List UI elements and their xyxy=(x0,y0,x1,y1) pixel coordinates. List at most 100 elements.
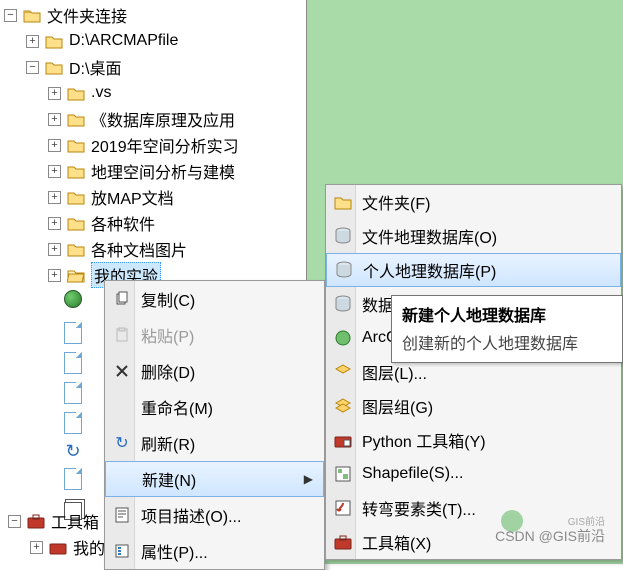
menu-label: 项目描述(O)... xyxy=(141,503,241,527)
folder-icon xyxy=(67,138,85,153)
tree-label: D:\桌面 xyxy=(69,55,121,79)
folder-icon xyxy=(67,112,85,127)
menu-item-new[interactable]: 新建(N) ▶ xyxy=(105,461,324,497)
expand-icon[interactable]: + xyxy=(48,191,61,204)
menu-item-new-python-toolbox[interactable]: Python 工具箱(Y) xyxy=(326,423,621,457)
tree-item-folder-connections[interactable]: − 文件夹连接 xyxy=(0,2,306,28)
collapse-icon[interactable]: − xyxy=(4,9,17,22)
file-icon xyxy=(64,412,82,434)
file-icon xyxy=(64,322,82,344)
menu-label: 新建(N) xyxy=(142,467,196,491)
collapse-icon[interactable]: − xyxy=(8,515,21,528)
menu-label: 图层组(G) xyxy=(362,394,433,418)
menu-item-rename[interactable]: 重命名(M) xyxy=(105,389,324,425)
expand-icon[interactable]: + xyxy=(48,165,61,178)
file-geodatabase-icon xyxy=(334,227,352,245)
tree-item-my-toolbox[interactable]: + 我的 xyxy=(4,534,105,560)
tree-item-toolboxes[interactable]: − 工具箱 xyxy=(4,508,105,534)
expand-icon[interactable]: + xyxy=(48,139,61,152)
folder-icon xyxy=(67,242,85,257)
folder-open-icon xyxy=(67,268,85,283)
watermark-main: CSDN @GIS前沿 xyxy=(495,526,605,546)
delete-icon xyxy=(113,362,131,380)
tooltip-title: 新建个人地理数据库 xyxy=(402,302,612,326)
menu-label: 图层(L)... xyxy=(362,360,427,384)
tree-label: 放MAP文档 xyxy=(91,185,174,209)
menu-label: 工具箱(X) xyxy=(362,530,431,554)
tree-bottom: − 工具箱 + 我的 xyxy=(4,508,105,560)
tree-label: 地理空间分析与建模 xyxy=(91,159,235,183)
expand-icon[interactable]: + xyxy=(48,87,61,100)
folder-icon xyxy=(334,193,352,211)
menu-label: 属性(P)... xyxy=(141,539,208,563)
expand-icon[interactable]: + xyxy=(48,243,61,256)
tree-item-geo-model[interactable]: + 地理空间分析与建模 xyxy=(0,158,306,184)
tree-label: 我的 xyxy=(73,535,105,559)
database-icon xyxy=(334,295,352,313)
python-toolbox-icon xyxy=(334,431,352,449)
refresh-icon: ↻ xyxy=(113,434,131,452)
expand-icon[interactable]: + xyxy=(48,217,61,230)
catalog-tree[interactable]: − 文件夹连接 + D:\ARCMAPfile − D:\桌面 + .vs + … xyxy=(0,0,306,290)
copy-icon xyxy=(113,290,131,308)
tree-item-docs-pics[interactable]: + 各种文档图片 xyxy=(0,236,306,262)
toolbox-icon xyxy=(49,540,67,555)
menu-label: 转弯要素类(T)... xyxy=(362,496,476,520)
expand-icon[interactable]: + xyxy=(48,269,61,282)
tree-label: 工具箱 xyxy=(51,509,99,533)
file-icon xyxy=(64,382,82,404)
tree-item-software[interactable]: + 各种软件 xyxy=(0,210,306,236)
tree-item-db-theory[interactable]: + 《数据库原理及应用 xyxy=(0,106,306,132)
refresh-icon: ↻ xyxy=(64,442,82,460)
toolbox-icon xyxy=(27,514,45,529)
submenu-arrow-icon: ▶ xyxy=(304,472,313,486)
tree-label: 《数据库原理及应用 xyxy=(91,107,235,131)
description-icon xyxy=(113,506,131,524)
tree-label: 2019年空间分析实习 xyxy=(91,133,239,157)
folder-icon xyxy=(45,34,63,49)
menu-item-new-layer-group[interactable]: 图层组(G) xyxy=(326,389,621,423)
menu-item-new-shapefile[interactable]: Shapefile(S)... xyxy=(326,457,621,491)
context-menu-folder[interactable]: 复制(C) 粘贴(P) 删除(D) 重命名(M) ↻ 刷新(R) 新建(N) ▶… xyxy=(104,280,325,570)
menu-item-refresh[interactable]: ↻ 刷新(R) xyxy=(105,425,324,461)
menu-item-new-personal-gdb[interactable]: 个人地理数据库(P) xyxy=(326,253,621,287)
turn-feature-icon xyxy=(334,499,352,517)
folder-icon xyxy=(23,8,41,23)
layer-icon xyxy=(334,363,352,381)
tree-label: 各种文档图片 xyxy=(91,237,187,261)
tree-label: 各种软件 xyxy=(91,211,155,235)
menu-item-copy[interactable]: 复制(C) xyxy=(105,281,324,317)
shapefile-icon xyxy=(334,465,352,483)
context-menu-new[interactable]: 文件夹(F) 文件地理数据库(O) 个人地理数据库(P) 数据库 ArcG 图层… xyxy=(325,184,622,560)
collapse-icon[interactable]: − xyxy=(26,61,39,74)
tree-item-vs[interactable]: + .vs xyxy=(0,80,306,106)
tree-label: 文件夹连接 xyxy=(47,3,127,27)
expand-icon[interactable]: + xyxy=(48,113,61,126)
menu-item-paste: 粘贴(P) xyxy=(105,317,324,353)
tree-label: D:\ARCMAPfile xyxy=(69,32,178,50)
paste-icon xyxy=(113,326,131,344)
tooltip-new-personal-gdb: 新建个人地理数据库 创建新的个人地理数据库 xyxy=(391,295,623,363)
expand-icon[interactable]: + xyxy=(30,541,43,554)
menu-item-new-folder[interactable]: 文件夹(F) xyxy=(326,185,621,219)
tree-item-desktop[interactable]: − D:\桌面 xyxy=(0,54,306,80)
tooltip-body: 创建新的个人地理数据库 xyxy=(402,330,612,354)
menu-item-new-file-gdb[interactable]: 文件地理数据库(O) xyxy=(326,219,621,253)
tree-item-2019[interactable]: + 2019年空间分析实习 xyxy=(0,132,306,158)
folder-icon xyxy=(67,216,85,231)
menu-item-delete[interactable]: 删除(D) xyxy=(105,353,324,389)
folder-icon xyxy=(67,164,85,179)
menu-label: 复制(C) xyxy=(141,287,195,311)
tree-item-arcmapfile[interactable]: + D:\ARCMAPfile xyxy=(0,28,306,54)
menu-label: 删除(D) xyxy=(141,359,195,383)
personal-geodatabase-icon xyxy=(335,261,353,279)
expand-icon[interactable]: + xyxy=(26,35,39,48)
menu-item-item-description[interactable]: 项目描述(O)... xyxy=(105,497,324,533)
menu-label: Shapefile(S)... xyxy=(362,465,463,483)
menu-label: 重命名(M) xyxy=(141,395,213,419)
folder-icon xyxy=(45,60,63,75)
clipboard-items-stack: ↻ xyxy=(64,290,82,520)
tree-item-map-docs[interactable]: + 放MAP文档 xyxy=(0,184,306,210)
layer-group-icon xyxy=(334,397,352,415)
tree-label: .vs xyxy=(91,84,111,102)
